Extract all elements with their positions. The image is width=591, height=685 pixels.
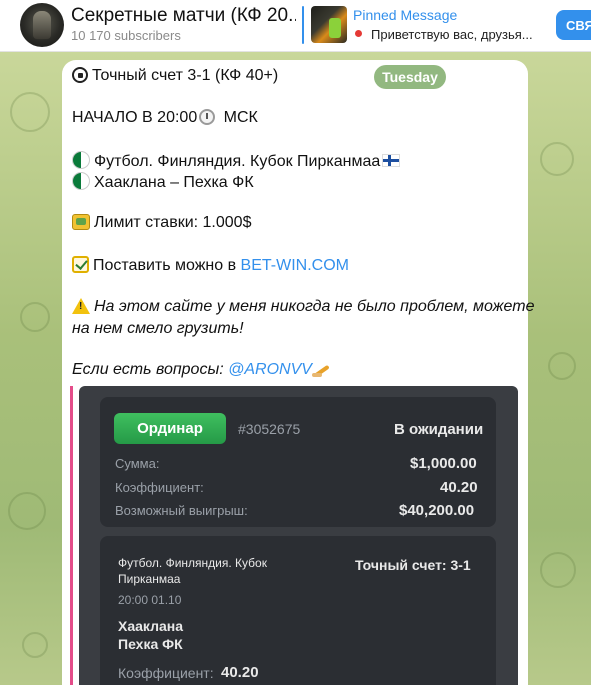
bookmaker-link[interactable]: BET-WIN.COM bbox=[241, 257, 349, 274]
subscriber-count: 10 170 subscribers bbox=[71, 28, 181, 43]
warning-icon bbox=[72, 298, 90, 314]
event-tournament-2: Пирканмаа bbox=[118, 572, 181, 586]
pinned-message-title[interactable]: Pinned Message bbox=[353, 7, 457, 23]
finland-flag-icon bbox=[382, 154, 401, 167]
writing-hand-icon bbox=[311, 363, 330, 377]
bookmaker-line: Поставить можно в BET-WIN.COM bbox=[72, 256, 349, 275]
pinned-thumbnail[interactable] bbox=[311, 6, 347, 43]
sum-value: $1,000.00 bbox=[410, 455, 477, 472]
team-home: Хааклана bbox=[118, 618, 184, 634]
check-icon bbox=[72, 256, 89, 273]
contact-line: Если есть вопросы: @ARONVV bbox=[72, 361, 334, 379]
team-away: Пехка ФК bbox=[118, 636, 183, 652]
money-icon bbox=[72, 214, 90, 230]
algeria-flag-icon bbox=[72, 172, 90, 190]
coefficient-value: 40.20 bbox=[440, 479, 478, 496]
event-time: 20:00 01.10 bbox=[118, 593, 182, 607]
sum-label: Сумма: bbox=[115, 456, 160, 471]
pinned-message-text[interactable]: Приветствую вас, друзья... bbox=[359, 27, 551, 42]
event-coefficient-value: 40.20 bbox=[221, 664, 259, 681]
contact-link[interactable]: @ARONVV bbox=[228, 361, 312, 378]
match-line: Хааклана – Пехка ФК bbox=[72, 172, 254, 192]
algeria-flag-icon bbox=[72, 151, 90, 169]
event-coefficient-label: Коэффициент: bbox=[118, 665, 214, 681]
potential-win-value: $40,200.00 bbox=[399, 502, 475, 519]
start-time-line: НАЧАЛО В 20:00 МСК bbox=[72, 109, 258, 126]
bet-status: В ожидании bbox=[394, 421, 484, 438]
pinned-divider bbox=[302, 6, 304, 44]
tournament-line: Футбол. Финляндия. Кубок Пирканмаа bbox=[72, 151, 404, 171]
join-button[interactable]: СВЯ bbox=[556, 10, 591, 40]
bet-outcome: Точный счет: 3-1 bbox=[355, 557, 471, 573]
bet-id: #3052675 bbox=[238, 421, 301, 437]
trust-note-line-2: на нем смело грузить! bbox=[72, 320, 244, 337]
clock-icon bbox=[199, 109, 216, 125]
channel-header: Секретные матчи (КФ 20... 10 170 subscri… bbox=[0, 0, 591, 52]
trust-note-line-1: На этом сайте у меня никогда не было про… bbox=[72, 298, 534, 316]
message-headline: Точный счет 3-1 (КФ 40+) bbox=[72, 67, 278, 85]
bet-limit-line: Лимит ставки: 1.000$ bbox=[72, 214, 251, 232]
date-separator: Tuesday bbox=[374, 65, 446, 89]
channel-avatar[interactable] bbox=[20, 3, 64, 47]
soccer-ball-icon bbox=[72, 67, 88, 83]
coefficient-label: Коэффициент: bbox=[115, 480, 204, 495]
channel-title[interactable]: Секретные матчи (КФ 20... bbox=[71, 5, 296, 27]
single-bet-badge: Ординар bbox=[114, 413, 226, 444]
event-tournament-1: Футбол. Финляндия. Кубок bbox=[118, 556, 267, 570]
potential-win-label: Возможный выигрыш: bbox=[115, 503, 248, 518]
